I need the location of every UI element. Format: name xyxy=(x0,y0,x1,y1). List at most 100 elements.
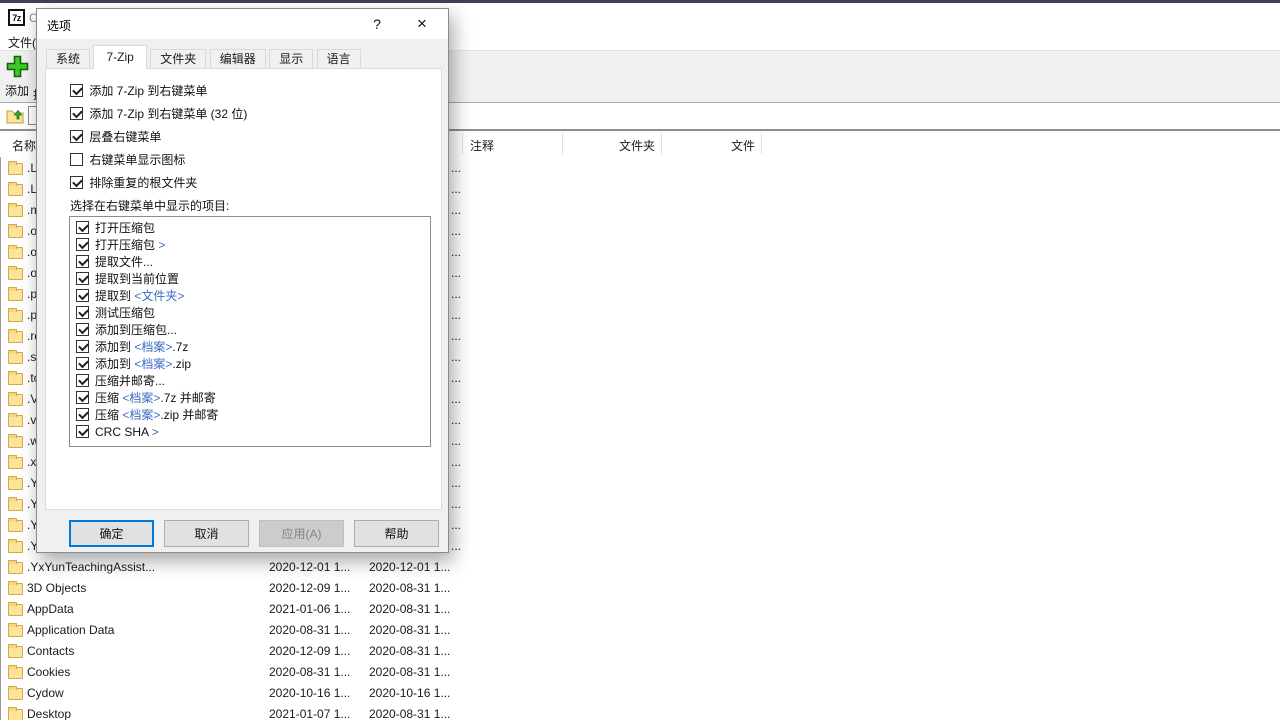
file-row[interactable]: Cydow 2020-10-16 1... 2020-10-16 1... xyxy=(1,683,1280,704)
menu-item-row[interactable]: 提取到当前位置 xyxy=(76,271,430,288)
column-header-folders[interactable]: 文件夹 xyxy=(562,137,655,154)
menu-item-row[interactable]: 添加到 <档案>.zip xyxy=(76,356,430,373)
apply-button[interactable]: 应用(A) xyxy=(259,520,344,547)
ok-button[interactable]: 确定 xyxy=(69,520,154,547)
tab[interactable]: 系统 xyxy=(46,49,90,69)
checkbox[interactable] xyxy=(76,391,89,404)
truncated-column-text: ... xyxy=(451,476,461,490)
checkbox[interactable] xyxy=(76,255,89,268)
column-separator[interactable] xyxy=(462,133,463,154)
checkbox[interactable] xyxy=(70,153,83,166)
folder-icon xyxy=(8,163,23,175)
option-row[interactable]: 层叠右键菜单 xyxy=(70,128,161,144)
menu-item-row[interactable]: 压缩 <档案>.7z 并邮寄 xyxy=(76,390,430,407)
checkbox[interactable] xyxy=(70,176,83,189)
file-row[interactable]: Contacts 2020-12-09 1... 2020-08-31 1... xyxy=(1,641,1280,662)
column-header-files[interactable]: 文件 xyxy=(661,137,755,154)
file-name: .YxYunTeachingAssist... xyxy=(27,560,155,574)
menu-item-row[interactable]: CRC SHA > xyxy=(76,424,430,441)
truncated-column-text: ... xyxy=(451,245,461,259)
checkbox[interactable] xyxy=(76,272,89,285)
menu-item-row[interactable]: 添加到压缩包... xyxy=(76,322,430,339)
folder-icon xyxy=(8,709,23,720)
menu-item-row[interactable]: 添加到 <档案>.7z xyxy=(76,339,430,356)
dialog-titlebar: 选项 ? × xyxy=(37,9,448,39)
close-icon[interactable]: × xyxy=(407,11,437,37)
option-label: 排除重复的根文件夹 xyxy=(89,176,197,190)
folder-icon xyxy=(8,625,23,637)
checkbox[interactable] xyxy=(76,357,89,370)
menu-item-row[interactable]: 提取到 <文件夹> xyxy=(76,288,430,305)
file-modified-date: 2020-08-31 1... xyxy=(269,665,350,679)
column-separator[interactable] xyxy=(562,133,563,154)
file-row[interactable]: .YxYunTeachingAssist... 2020-12-01 1... … xyxy=(1,557,1280,578)
option-row[interactable]: 添加 7-Zip 到右键菜单 (32 位) xyxy=(70,105,247,121)
folder-icon xyxy=(8,352,23,364)
menu-item-row[interactable]: 测试压缩包 xyxy=(76,305,430,322)
item-suffix-text: .7z 并邮寄 xyxy=(160,391,215,405)
truncated-column-text: ... xyxy=(451,497,461,511)
item-suffix-text: .7z xyxy=(172,340,188,354)
up-one-level-button[interactable] xyxy=(5,106,26,126)
option-row[interactable]: 右键菜单显示图标 xyxy=(70,151,185,167)
file-row[interactable]: AppData 2021-01-06 1... 2020-08-31 1... xyxy=(1,599,1280,620)
tab[interactable]: 7-Zip xyxy=(93,45,146,69)
help-icon[interactable]: ? xyxy=(365,13,389,35)
checkbox[interactable] xyxy=(70,107,83,120)
folder-icon xyxy=(8,394,23,406)
folder-icon xyxy=(8,499,23,511)
truncated-column-text: ... xyxy=(451,224,461,238)
options-dialog: 选项 ? × 系统 7-Zip 文件夹 编辑器 显示 语言 xyxy=(36,8,449,553)
menu-item-row[interactable]: 压缩并邮寄... xyxy=(76,373,430,390)
item-text: CRC SHA xyxy=(95,425,152,439)
add-label: 添加 xyxy=(5,82,29,99)
folder-icon xyxy=(8,289,23,301)
truncated-column-text: ... xyxy=(451,287,461,301)
option-row[interactable]: 排除重复的根文件夹 xyxy=(70,174,197,190)
option-row[interactable]: 添加 7-Zip 到右键菜单 xyxy=(70,82,207,98)
column-separator[interactable] xyxy=(761,133,762,154)
checkbox[interactable] xyxy=(76,408,89,421)
folder-icon xyxy=(8,457,23,469)
file-row[interactable]: Desktop 2021-01-07 1... 2020-08-31 1... xyxy=(1,704,1280,720)
item-text: 提取文件... xyxy=(95,255,153,269)
column-header-name[interactable]: 名称 xyxy=(12,137,36,154)
checkbox[interactable] xyxy=(76,323,89,336)
checkbox[interactable] xyxy=(76,340,89,353)
column-header-comment[interactable]: 注释 xyxy=(470,137,494,154)
cancel-button[interactable]: 取消 xyxy=(164,520,249,547)
file-created-date: 2020-08-31 1... xyxy=(369,665,450,679)
item-accent-text: > xyxy=(158,238,165,252)
menu-item-row[interactable]: 打开压缩包 > xyxy=(76,237,430,254)
file-row[interactable]: 3D Objects 2020-12-09 1... 2020-08-31 1.… xyxy=(1,578,1280,599)
help-button[interactable]: 帮助 xyxy=(354,520,439,547)
column-separator[interactable] xyxy=(661,133,662,154)
checkbox[interactable] xyxy=(70,84,83,97)
checkbox[interactable] xyxy=(76,221,89,234)
item-text: 提取到当前位置 xyxy=(95,272,179,286)
tab[interactable]: 语言 xyxy=(317,49,361,69)
7zip-app-icon: 7z xyxy=(8,9,25,26)
truncated-column-text: ... xyxy=(451,329,461,343)
menu-item-row[interactable]: 压缩 <档案>.zip 并邮寄 xyxy=(76,407,430,424)
item-text: 添加到 xyxy=(95,340,134,354)
checkbox[interactable] xyxy=(76,374,89,387)
tab[interactable]: 文件夹 xyxy=(150,49,206,69)
truncated-column-text: ... xyxy=(451,308,461,322)
folder-icon xyxy=(8,478,23,490)
file-created-date: 2020-08-31 1... xyxy=(369,623,450,637)
folder-icon xyxy=(8,520,23,532)
checkbox[interactable] xyxy=(76,289,89,302)
tab[interactable]: 显示 xyxy=(269,49,313,69)
checkbox[interactable] xyxy=(70,130,83,143)
file-row[interactable]: Cookies 2020-08-31 1... 2020-08-31 1... xyxy=(1,662,1280,683)
menu-item-row[interactable]: 打开压缩包 xyxy=(76,220,430,237)
checkbox[interactable] xyxy=(76,306,89,319)
checkbox[interactable] xyxy=(76,238,89,251)
tab[interactable]: 编辑器 xyxy=(210,49,266,69)
menu-item-row[interactable]: 提取文件... xyxy=(76,254,430,271)
checkbox[interactable] xyxy=(76,425,89,438)
file-row[interactable]: Application Data 2020-08-31 1... 2020-08… xyxy=(1,620,1280,641)
context-menu-items-listbox[interactable]: 打开压缩包 打开压缩包 > 提取文件... 提取到当前位置 xyxy=(69,216,431,447)
file-created-date: 2020-08-31 1... xyxy=(369,581,450,595)
